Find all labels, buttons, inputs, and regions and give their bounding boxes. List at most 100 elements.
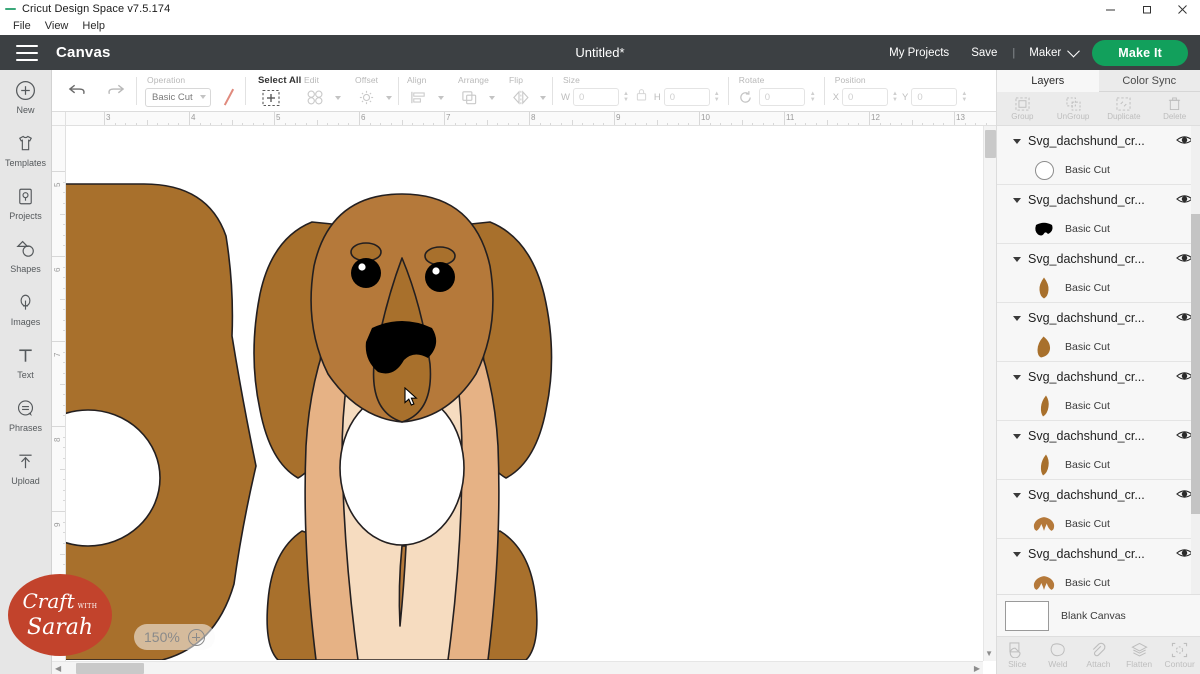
- layer-item[interactable]: Svg_dachshund_cr...Basic Cut: [997, 244, 1200, 303]
- layer-header[interactable]: Svg_dachshund_cr...: [997, 244, 1200, 274]
- layer-header[interactable]: Svg_dachshund_cr...: [997, 303, 1200, 333]
- rotate-stepper[interactable]: ▲▼: [810, 91, 816, 103]
- redo-icon[interactable]: [102, 79, 128, 101]
- sidebar-item-images[interactable]: Images: [0, 290, 52, 327]
- layer-item[interactable]: Svg_dachshund_cr...Basic Cut: [997, 126, 1200, 185]
- layer-sublayer[interactable]: Basic Cut: [997, 156, 1200, 184]
- layer-item[interactable]: Svg_dachshund_cr...Basic Cut: [997, 185, 1200, 244]
- layer-color-swatch[interactable]: [1033, 513, 1055, 535]
- layer-color-swatch[interactable]: [1033, 572, 1055, 594]
- menu-item-help[interactable]: Help: [75, 18, 112, 35]
- sidebar-item-new[interactable]: New: [0, 78, 52, 115]
- position-y-input[interactable]: 0: [911, 88, 957, 106]
- layer-sublayer[interactable]: Basic Cut: [997, 569, 1200, 594]
- sidebar-item-templates[interactable]: Templates: [0, 131, 52, 168]
- operation-select[interactable]: Basic Cut: [145, 88, 211, 107]
- sidebar-item-shapes[interactable]: Shapes: [0, 237, 52, 274]
- layer-color-swatch[interactable]: [1033, 218, 1055, 240]
- arrange-icon[interactable]: [456, 87, 482, 109]
- flip-icon[interactable]: [507, 87, 533, 109]
- eye-icon[interactable]: [1176, 133, 1192, 149]
- tab-layers[interactable]: Layers: [997, 70, 1099, 92]
- undo-icon[interactable]: [64, 79, 90, 101]
- contour-button[interactable]: Contour: [1159, 637, 1200, 674]
- layer-header[interactable]: Svg_dachshund_cr...: [997, 421, 1200, 451]
- eye-icon[interactable]: [1176, 310, 1192, 326]
- caret-left-icon[interactable]: ◀: [55, 665, 61, 673]
- chevron-down-icon[interactable]: [438, 96, 444, 100]
- eye-icon[interactable]: [1176, 428, 1192, 444]
- layer-sublayer[interactable]: Basic Cut: [997, 510, 1200, 538]
- size-height-field[interactable]: H 0 ▲▼: [654, 88, 720, 106]
- zoom-control[interactable]: 150%: [134, 624, 215, 650]
- eye-icon[interactable]: [1176, 369, 1192, 385]
- layer-sublayer[interactable]: Basic Cut: [997, 274, 1200, 302]
- layer-color-swatch[interactable]: [1033, 454, 1055, 476]
- weld-button[interactable]: Weld: [1038, 637, 1079, 674]
- size-height-input[interactable]: 0: [664, 88, 710, 106]
- menu-item-view[interactable]: View: [38, 18, 76, 35]
- layer-item[interactable]: Svg_dachshund_cr...Basic Cut: [997, 362, 1200, 421]
- blank-canvas-row[interactable]: Blank Canvas: [997, 594, 1200, 636]
- eye-icon[interactable]: [1176, 251, 1192, 267]
- canvas-horizontal-scrollbar[interactable]: ◀ ▶: [52, 661, 983, 674]
- layer-sublayer[interactable]: Basic Cut: [997, 333, 1200, 361]
- chevron-down-icon[interactable]: [489, 96, 495, 100]
- position-x-stepper[interactable]: ▲▼: [892, 91, 898, 103]
- layer-item[interactable]: Svg_dachshund_cr...Basic Cut: [997, 480, 1200, 539]
- eye-icon[interactable]: [1176, 192, 1192, 208]
- position-x-input[interactable]: 0: [842, 88, 888, 106]
- layers-scrollbar[interactable]: [1191, 126, 1200, 594]
- layer-color-swatch[interactable]: [1033, 277, 1055, 299]
- delete-button[interactable]: Delete: [1149, 92, 1200, 125]
- layer-header[interactable]: Svg_dachshund_cr...: [997, 480, 1200, 510]
- size-width-stepper[interactable]: ▲▼: [623, 91, 629, 103]
- attach-button[interactable]: Attach: [1078, 637, 1119, 674]
- duplicate-button[interactable]: Duplicate: [1099, 92, 1150, 125]
- my-projects-button[interactable]: My Projects: [878, 47, 960, 59]
- ungroup-button[interactable]: UnGroup: [1048, 92, 1099, 125]
- vertical-scroll-thumb[interactable]: [985, 130, 996, 158]
- canvas-vertical-scrollbar[interactable]: ▼: [983, 126, 996, 661]
- design-stage[interactable]: [66, 126, 982, 660]
- chevron-down-icon[interactable]: [335, 96, 341, 100]
- layers-list[interactable]: Svg_dachshund_cr...Basic CutSvg_dachshun…: [997, 126, 1200, 594]
- machine-selector[interactable]: Maker: [1019, 47, 1086, 59]
- sidebar-item-projects[interactable]: Projects: [0, 184, 52, 221]
- flatten-button[interactable]: Flatten: [1119, 637, 1160, 674]
- menu-item-file[interactable]: File: [6, 18, 38, 35]
- align-icon[interactable]: [405, 87, 431, 109]
- layer-color-swatch[interactable]: [1033, 336, 1055, 358]
- line-color-icon[interactable]: [221, 89, 237, 105]
- chevron-down-icon[interactable]: [1013, 316, 1021, 321]
- eye-icon[interactable]: [1176, 546, 1192, 562]
- layer-sublayer[interactable]: Basic Cut: [997, 392, 1200, 420]
- close-icon[interactable]: [1164, 0, 1200, 18]
- hamburger-icon[interactable]: [16, 45, 38, 61]
- canvas-area[interactable]: 345678910111213 56789: [52, 112, 996, 674]
- horizontal-scroll-thumb[interactable]: [76, 663, 144, 674]
- sidebar-item-phrases[interactable]: Phrases: [0, 396, 52, 433]
- make-it-button[interactable]: Make It: [1092, 40, 1188, 66]
- layer-item[interactable]: Svg_dachshund_cr...Basic Cut: [997, 539, 1200, 594]
- offset-icon[interactable]: [353, 87, 379, 109]
- group-button[interactable]: Group: [997, 92, 1048, 125]
- edit-icon[interactable]: [302, 87, 328, 109]
- plus-circle-icon[interactable]: [188, 629, 205, 646]
- caret-down-icon[interactable]: ▼: [985, 650, 993, 658]
- chevron-down-icon[interactable]: [1013, 552, 1021, 557]
- chevron-down-icon[interactable]: [386, 96, 392, 100]
- size-width-input[interactable]: 0: [573, 88, 619, 106]
- chevron-down-icon[interactable]: [1013, 375, 1021, 380]
- position-y-field[interactable]: Y 0 ▲▼: [902, 88, 967, 106]
- size-height-stepper[interactable]: ▲▼: [714, 91, 720, 103]
- slice-button[interactable]: Slice: [997, 637, 1038, 674]
- layer-color-swatch[interactable]: [1033, 395, 1055, 417]
- minimize-icon[interactable]: [1092, 0, 1128, 18]
- maximize-icon[interactable]: [1128, 0, 1164, 18]
- layer-sublayer[interactable]: Basic Cut: [997, 215, 1200, 243]
- chevron-down-icon[interactable]: [1013, 198, 1021, 203]
- rotate-icon[interactable]: [737, 86, 755, 108]
- sidebar-item-text[interactable]: Text: [0, 343, 52, 380]
- tab-color-sync[interactable]: Color Sync: [1099, 70, 1200, 92]
